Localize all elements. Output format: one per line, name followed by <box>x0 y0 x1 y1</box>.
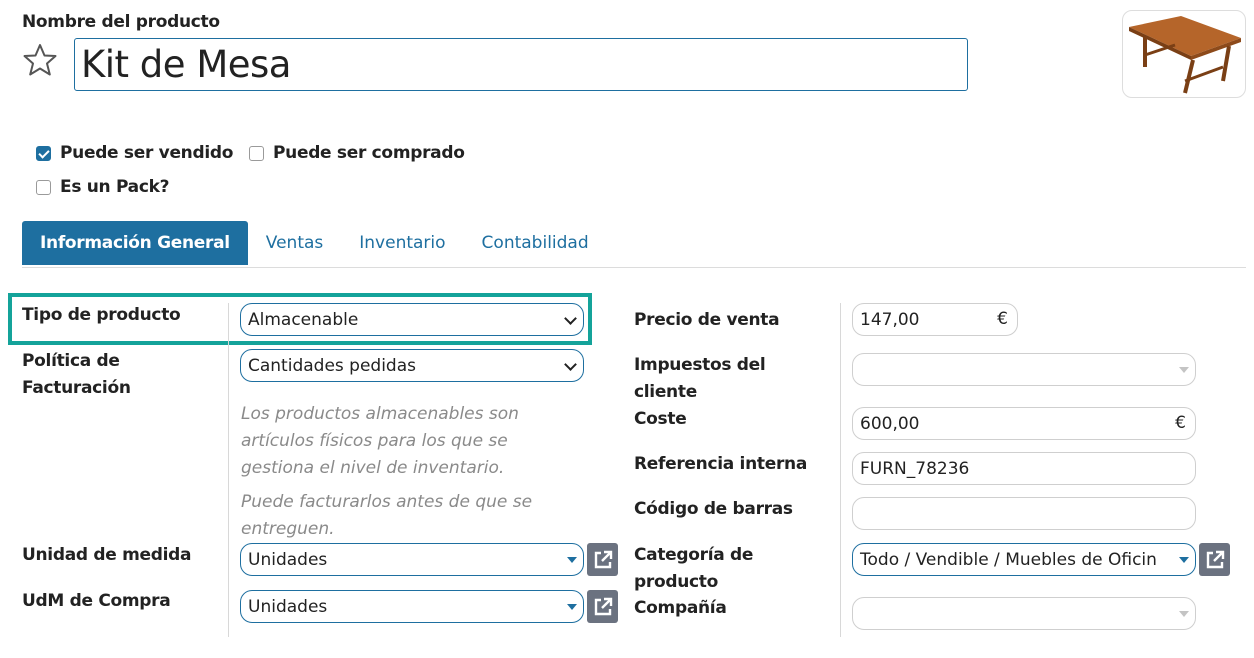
currency-symbol: € <box>997 309 1008 329</box>
currency-symbol: € <box>1175 413 1186 433</box>
product-type-select[interactable]: Almacenable <box>240 303 584 336</box>
can-be-sold-label: Puede ser vendido <box>60 143 234 163</box>
category-label-1: Categoría de <box>634 545 754 565</box>
internal-ref-value: FURN_78236 <box>860 458 970 479</box>
star-icon[interactable] <box>22 42 58 78</box>
product-name-label: Nombre del producto <box>22 12 220 32</box>
company-select[interactable] <box>852 597 1196 630</box>
purchase-uom-select[interactable]: Unidades <box>240 590 584 623</box>
invoice-policy-value: Cantidades pedidas <box>248 355 416 376</box>
tab-general-info[interactable]: Información General <box>22 221 248 265</box>
customer-taxes-label-1: Impuestos del <box>634 355 766 375</box>
is-pack-checkbox[interactable]: Es un Pack? <box>36 177 170 197</box>
table-image <box>1129 16 1241 94</box>
can-be-sold-checkbox[interactable]: Puede ser vendido <box>36 143 233 163</box>
caret-down-icon[interactable] <box>1179 611 1189 617</box>
purchase-uom-value: Unidades <box>248 596 328 617</box>
is-pack-label: Es un Pack? <box>60 177 170 197</box>
invoice-policy-select[interactable]: Cantidades pedidas <box>240 349 584 382</box>
product-image[interactable] <box>1122 10 1246 98</box>
customer-taxes-label-2: cliente <box>634 382 697 402</box>
external-link-icon <box>1206 550 1224 568</box>
external-link-icon <box>594 550 612 568</box>
sale-price-label: Precio de venta <box>634 310 780 330</box>
caret-down-icon[interactable] <box>1179 557 1189 563</box>
can-be-purchased-checkbox[interactable]: Puede ser comprado <box>249 143 465 163</box>
tab-bar: Información General Ventas Inventario Co… <box>22 221 1246 268</box>
chevron-down-icon <box>564 312 577 325</box>
caret-down-icon[interactable] <box>567 604 577 610</box>
sale-price-input[interactable]: 147,00 € <box>852 303 1018 336</box>
category-value: Todo / Vendible / Muebles de Oficin <box>860 549 1157 570</box>
help-line: artículos físicos para los que se <box>241 431 508 451</box>
purchase-uom-external-link-button[interactable] <box>587 590 618 623</box>
cost-input[interactable]: 600,00 € <box>852 407 1196 440</box>
category-select[interactable]: Todo / Vendible / Muebles de Oficin <box>852 543 1196 576</box>
barcode-input[interactable] <box>852 497 1196 530</box>
can-be-purchased-label: Puede ser comprado <box>273 143 465 163</box>
uom-label: Unidad de medida <box>22 545 192 565</box>
internal-ref-input[interactable]: FURN_78236 <box>852 452 1196 485</box>
help-line: Puede facturarlos antes de que se <box>241 492 533 512</box>
barcode-label: Código de barras <box>634 499 793 519</box>
customer-taxes-select[interactable] <box>852 353 1196 386</box>
checkbox-unchecked[interactable] <box>36 179 51 195</box>
uom-select[interactable]: Unidades <box>240 543 584 576</box>
invoice-help: Puede facturarlos antes de que se entreg… <box>241 489 581 543</box>
divider <box>840 303 841 637</box>
uom-value: Unidades <box>248 549 328 570</box>
caret-down-icon[interactable] <box>1179 367 1189 373</box>
tab-inventory[interactable]: Inventario <box>341 221 463 265</box>
help-line: gestiona el nivel de inventario. <box>241 458 505 478</box>
checkbox-checked[interactable] <box>36 145 51 161</box>
uom-external-link-button[interactable] <box>587 543 618 576</box>
product-type-label: Tipo de producto <box>22 305 181 325</box>
sale-price-value: 147,00 <box>860 309 920 330</box>
purchase-uom-label: UdM de Compra <box>22 591 171 611</box>
external-link-icon <box>594 597 612 615</box>
divider <box>228 303 229 637</box>
category-label-2: producto <box>634 572 718 592</box>
product-type-value: Almacenable <box>248 309 359 330</box>
category-external-link-button[interactable] <box>1199 543 1230 576</box>
tab-sales[interactable]: Ventas <box>248 221 341 265</box>
help-line: Los productos almacenables son <box>241 404 519 424</box>
help-line: entreguen. <box>241 519 335 539</box>
product-name-input[interactable]: Kit de Mesa <box>74 38 968 91</box>
invoice-policy-label-2: Facturación <box>22 378 131 398</box>
checkbox-unchecked[interactable] <box>249 145 264 161</box>
invoice-policy-label-1: Política de <box>22 351 120 371</box>
cost-label: Coste <box>634 409 687 429</box>
caret-down-icon[interactable] <box>567 557 577 563</box>
chevron-down-icon <box>564 358 577 371</box>
product-type-help: Los productos almacenables son artículos… <box>241 401 581 482</box>
cost-value: 600,00 <box>860 413 920 434</box>
company-label: Compañía <box>634 598 727 618</box>
tab-accounting[interactable]: Contabilidad <box>464 221 607 265</box>
internal-ref-label: Referencia interna <box>634 454 808 474</box>
